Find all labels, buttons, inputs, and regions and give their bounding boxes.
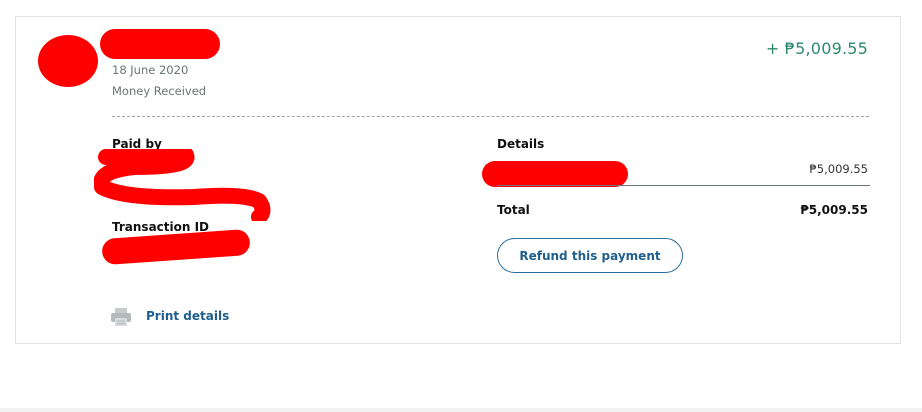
details-label: Details: [497, 137, 545, 151]
redacted-payer: [94, 149, 271, 221]
printer-icon[interactable]: [110, 307, 132, 327]
redacted-transaction-id: [101, 228, 251, 266]
transaction-card: 18 June 2020 Money Received + ₱5,009.55 …: [15, 16, 901, 344]
line-item-amount: ₱5,009.55: [809, 162, 868, 176]
transaction-date: 18 June 2020: [112, 63, 189, 77]
page-bottom-border: [0, 408, 922, 412]
total-label: Total: [497, 203, 530, 217]
page: 18 June 2020 Money Received + ₱5,009.55 …: [0, 0, 922, 412]
total-amount: ₱5,009.55: [800, 203, 868, 217]
details-separator: [497, 185, 870, 186]
refund-payment-button[interactable]: Refund this payment: [497, 238, 683, 273]
transaction-amount: + ₱5,009.55: [765, 39, 868, 58]
dashed-divider: [112, 116, 869, 117]
redacted-item-description: [482, 161, 628, 187]
redacted-name: [100, 29, 220, 59]
print-details-link[interactable]: Print details: [146, 309, 229, 323]
transaction-type: Money Received: [112, 84, 207, 98]
redacted-avatar: [38, 35, 98, 87]
